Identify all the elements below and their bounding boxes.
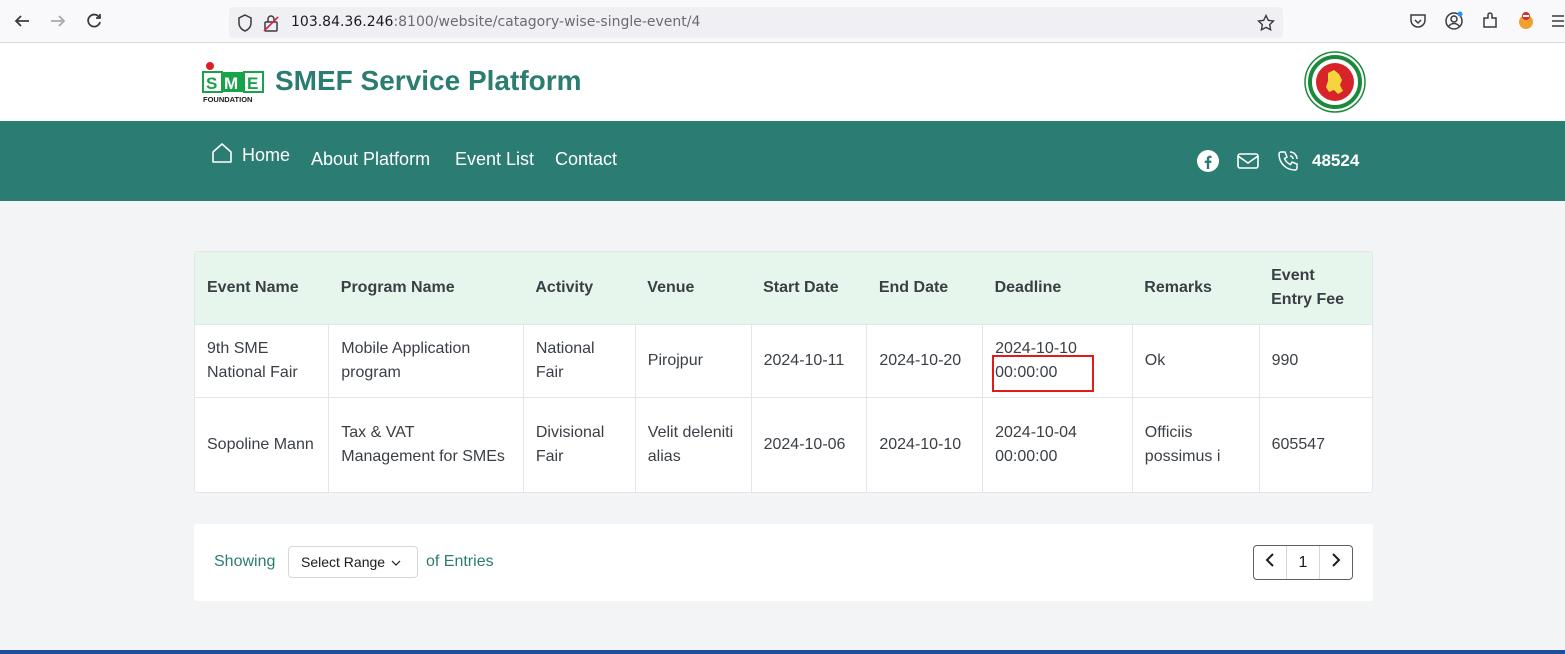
page-number-button[interactable]: 1 (1286, 546, 1320, 579)
cell-activity: Divisional Fair (523, 396, 636, 492)
bottom-strip (0, 650, 1565, 654)
mail-icon[interactable] (1236, 149, 1260, 173)
chevron-right-icon (1331, 552, 1341, 573)
table-row[interactable]: 9th SME National Fair Mobile Application… (195, 323, 1372, 397)
cell-event-name: 9th SME National Fair (195, 323, 330, 397)
cell-deadline: 2024-10-04 00:00:00 (982, 396, 1133, 492)
nav-about-link[interactable]: About Platform (311, 149, 430, 170)
header-start-date: Start Date (763, 278, 839, 296)
chevron-down-icon (391, 554, 401, 570)
facebook-icon[interactable] (1196, 149, 1220, 173)
prev-page-button[interactable] (1254, 546, 1286, 579)
cell-start-date: 2024-10-11 (751, 323, 868, 397)
header-deadline: Deadline (994, 278, 1062, 296)
cell-start-date: 2024-10-06 (751, 396, 868, 492)
nav-events-link[interactable]: Event List (455, 149, 534, 170)
header-event-name: Event Name (207, 278, 299, 296)
cell-event-name: Sopoline Mann (195, 396, 330, 492)
nav-home-label: Home (242, 145, 291, 165)
url-text: 103.84.36.246:8100/website/catagory-wise… (291, 14, 700, 30)
url-bar[interactable]: 103.84.36.246:8100/website/catagory-wise… (229, 7, 1283, 38)
account-icon[interactable] (1444, 11, 1464, 31)
events-table: Event Name Program Name Activity Venue S… (195, 252, 1372, 492)
cell-activity: National Fair (523, 323, 636, 397)
cell-program-name: Tax & VAT Management for SMEs (328, 396, 524, 492)
main-content: Event Name Program Name Activity Venue S… (0, 201, 1565, 654)
header-program-name: Program Name (340, 278, 455, 296)
range-select-label: Select Range (301, 554, 386, 570)
back-arrow-icon[interactable] (11, 10, 33, 32)
next-page-button[interactable] (1320, 546, 1352, 579)
browser-toolbar: 103.84.36.246:8100/website/catagory-wise… (0, 0, 1565, 43)
reload-icon[interactable] (83, 10, 105, 32)
header-activity: Activity (535, 278, 594, 296)
range-select[interactable]: Select Range (288, 546, 418, 578)
cell-remarks: Officiis possimus i (1132, 396, 1260, 492)
events-table-card: Event Name Program Name Activity Venue S… (194, 251, 1373, 493)
cell-venue: Pirojpur (635, 323, 752, 397)
main-navbar: Home About Platform Event List Contact 4… (0, 121, 1565, 201)
star-bookmark-icon[interactable] (1256, 13, 1276, 32)
cell-remarks: Ok (1132, 323, 1260, 397)
header-venue: Venue (647, 278, 695, 296)
extensions-icon[interactable] (1480, 11, 1500, 31)
table-header-row: Event Name Program Name Activity Venue S… (195, 252, 1372, 324)
cell-venue: Velit deleniti alias (635, 396, 752, 492)
site-title[interactable]: SMEF Service Platform (275, 65, 582, 97)
cell-entry-fee: 990 (1259, 323, 1372, 397)
svg-text:S: S (206, 74, 217, 93)
pagination-bar: Showing Select Range of Entries 1 (194, 524, 1373, 601)
header-remarks: Remarks (1144, 278, 1212, 296)
svg-text:FOUNDATION: FOUNDATION (203, 95, 252, 104)
site-header: S M E FOUNDATION SMEF Service Platform (0, 43, 1565, 121)
forward-arrow-icon[interactable] (47, 10, 69, 32)
sme-foundation-logo[interactable]: S M E FOUNDATION (202, 62, 264, 104)
deadline-date: 2024-10-04 (995, 424, 1077, 442)
phone-icon[interactable] (1276, 149, 1300, 173)
cell-end-date: 2024-10-20 (866, 323, 984, 397)
shield-icon[interactable] (237, 14, 255, 32)
cell-entry-fee: 605547 (1259, 396, 1372, 492)
chevron-left-icon (1265, 552, 1275, 573)
svg-text:M: M (224, 74, 238, 93)
pocket-icon[interactable] (1408, 11, 1428, 31)
cell-end-date: 2024-10-10 (866, 396, 984, 492)
phone-number[interactable]: 48524 (1312, 151, 1359, 171)
insecure-lock-icon[interactable] (263, 14, 281, 32)
showing-label: Showing (214, 553, 276, 570)
government-emblem-icon (1304, 51, 1366, 113)
menu-icon[interactable] (1550, 11, 1565, 31)
highlight-annotation-box (992, 355, 1094, 392)
pager: 1 (1253, 545, 1353, 580)
addon-icon[interactable] (1516, 11, 1536, 31)
svg-text:E: E (247, 74, 258, 93)
table-row[interactable]: Sopoline Mann Tax & VAT Management for S… (195, 396, 1372, 492)
nav-contact-link[interactable]: Contact (555, 149, 617, 170)
url-path: :8100/website/catagory-wise-single-event… (393, 14, 701, 30)
cell-program-name: Mobile Application program (328, 323, 524, 397)
header-entry-fee: Event Entry Fee (1271, 266, 1345, 308)
home-icon (210, 141, 234, 170)
header-end-date: End Date (878, 278, 949, 296)
nav-home-link[interactable]: Home (210, 141, 290, 170)
deadline-time: 00:00:00 (995, 448, 1058, 466)
url-host: 103.84.36.246 (291, 14, 394, 30)
of-entries-label: of Entries (426, 553, 494, 570)
